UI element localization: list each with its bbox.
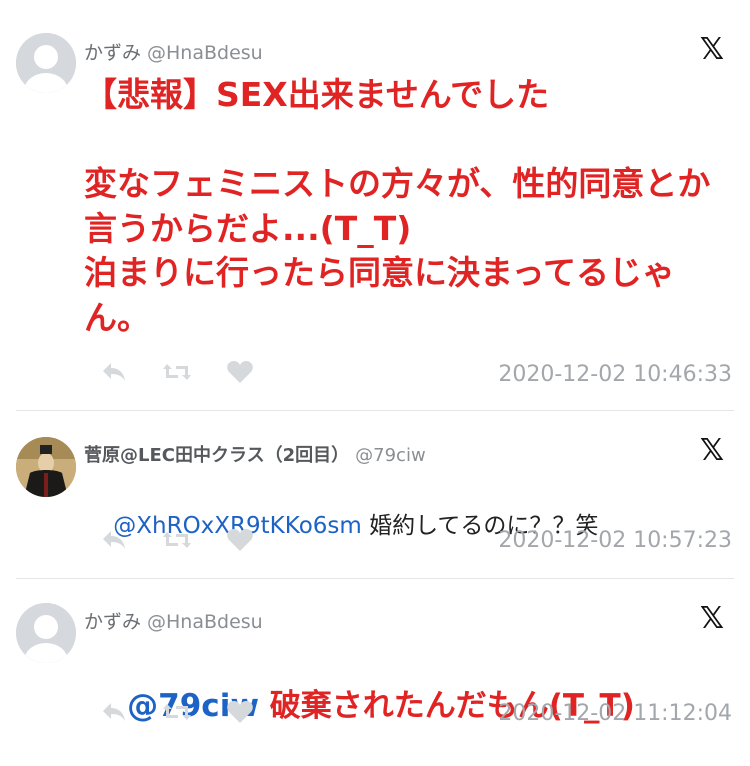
avatar[interactable] [16,603,76,663]
author-row: かずみ @HnaBdesu [84,607,263,634]
tweet-body: 【悲報】SEX出来ませんでした 変なフェミニストの方々が、性的同意とか言うからだ… [84,75,711,337]
author-row: かずみ @HnaBdesu [84,38,263,65]
reply-icon[interactable] [100,360,128,388]
author-row: 菅原@LEC田中クラス（2回目） @79ciw [84,441,426,467]
portrait-avatar-icon [16,437,76,497]
heart-icon[interactable] [226,700,254,728]
timestamp[interactable]: 2020-12-02 11:12:04 [498,701,732,726]
x-logo-icon[interactable]: 𝕏 [698,436,726,466]
tweet-1: かずみ @HnaBdesu 𝕏 【悲報】SEX出来ませんでした 変なフェミニストの… [0,0,750,410]
heart-icon[interactable] [226,360,254,388]
x-logo-icon[interactable]: 𝕏 [698,35,726,65]
author-name[interactable]: かずみ [84,42,141,64]
retweet-icon[interactable] [162,700,192,728]
heart-icon[interactable] [226,528,254,556]
timestamp[interactable]: 2020-12-02 10:57:23 [498,528,732,553]
tweet-3: かずみ @HnaBdesu 𝕏 @79ciw 破棄されたんだもん(T_T) 202… [0,579,750,735]
tweet-body: @XhROxXR9tKKo6sm 婚約してるのに？？笑 [84,481,722,571]
tweet-2: 菅原@LEC田中クラス（2回目） @79ciw 𝕏 @XhROxXR9tKKo6s… [0,411,750,577]
retweet-icon[interactable] [162,360,192,388]
default-avatar-icon [16,603,76,663]
author-handle[interactable]: @79ciw [355,445,426,466]
avatar[interactable] [16,33,76,93]
retweet-icon[interactable] [162,528,192,556]
reply-icon[interactable] [100,528,128,556]
timestamp[interactable]: 2020-12-02 10:46:33 [498,362,732,387]
author-name[interactable]: 菅原@LEC田中クラス（2回目） [84,445,349,466]
author-handle[interactable]: @HnaBdesu [147,42,263,64]
author-name[interactable]: かずみ [84,611,141,633]
author-handle[interactable]: @HnaBdesu [147,611,263,633]
avatar[interactable] [16,437,76,497]
reply-icon[interactable] [100,700,128,728]
default-avatar-icon [16,33,76,93]
x-logo-icon[interactable]: 𝕏 [698,604,726,634]
